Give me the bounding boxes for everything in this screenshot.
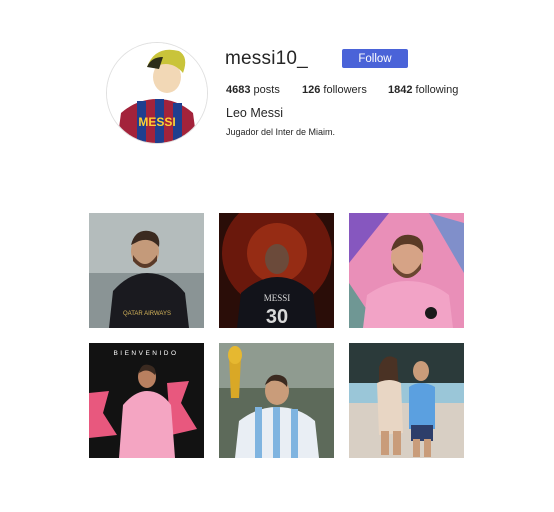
post-overlay-text: MESSI [264,293,291,303]
avatar-jersey-text: MESSI [138,115,175,129]
following-stat[interactable]: 1842 following [388,84,458,96]
posts-count-stat: 4683 posts [226,84,280,96]
post-thumbnail[interactable] [349,343,464,458]
post-thumbnail[interactable] [349,213,464,328]
post-overlay-text: QATAR AIRWAYS [123,311,171,317]
post-overlay-text: BIENVENIDO [113,350,178,357]
followers-label: followers [323,84,367,96]
followers-count: 126 [302,84,321,96]
posts-count: 4683 [226,84,251,96]
followers-stat[interactable]: 126 followers [302,84,367,96]
posts-label: posts [253,84,280,96]
profile-username: messi10_ [225,48,308,69]
post-thumbnail[interactable] [219,343,334,458]
profile-bio: Jugador del Inter de Miaim. [226,127,336,137]
post-thumbnail[interactable]: QATAR AIRWAYS [89,213,204,328]
profile-full-name: Leo Messi [226,106,283,120]
profile-avatar[interactable]: MESSI [106,42,208,144]
following-count: 1842 [388,84,413,96]
following-label: following [415,84,459,96]
post-thumbnail[interactable]: MESSI 30 [219,213,334,328]
post-thumbnail[interactable]: BIENVENIDO [89,343,204,458]
follow-button[interactable]: Follow [342,49,408,68]
svg-text:30: 30 [266,306,288,328]
